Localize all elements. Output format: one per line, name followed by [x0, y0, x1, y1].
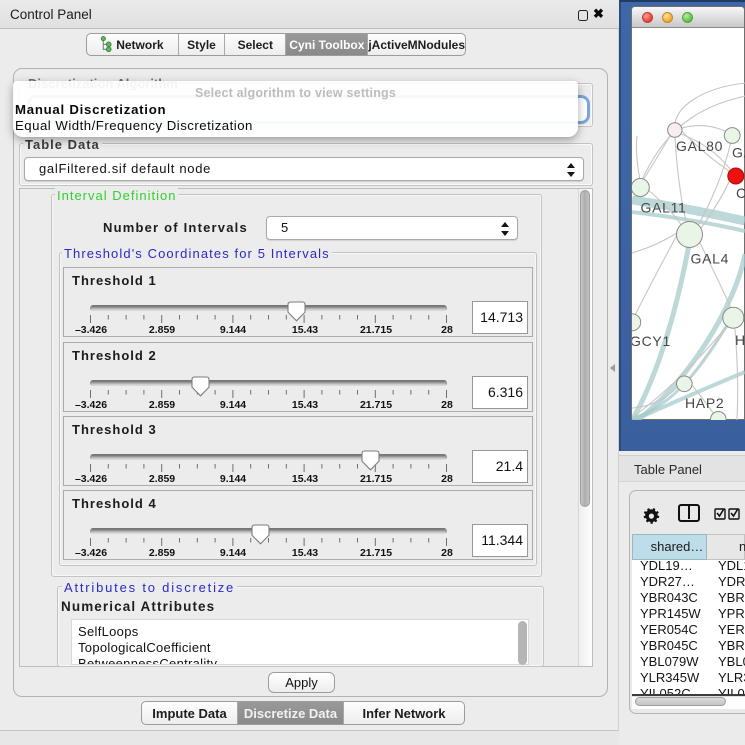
svg-text:H: H — [735, 332, 745, 348]
svg-text:C: C — [736, 185, 745, 201]
svg-text:GAL11: GAL11 — [641, 200, 687, 216]
svg-text:GCY1: GCY1 — [632, 333, 671, 349]
svg-text:GA: GA — [732, 145, 745, 161]
svg-text:GAL4: GAL4 — [691, 251, 730, 267]
svg-text:GAL80: GAL80 — [676, 138, 723, 154]
svg-text:HAP2: HAP2 — [685, 395, 724, 411]
